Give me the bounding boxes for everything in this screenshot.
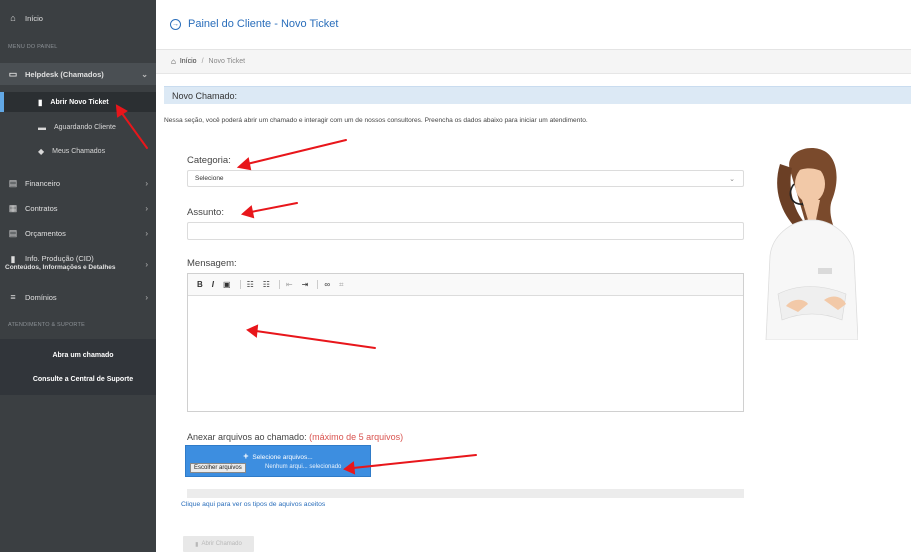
- sidebar-item-label: Domínios: [25, 292, 57, 302]
- chevron-right-icon: ›: [145, 260, 148, 269]
- breadcrumb-separator: /: [201, 58, 204, 65]
- sidebar-item-label: Meus Chamados: [52, 147, 106, 155]
- sidebar-item-label: Contratos: [25, 203, 58, 213]
- plus-icon: +: [243, 451, 249, 461]
- home-icon: ⌂: [171, 57, 176, 66]
- money-icon: ▤: [8, 177, 18, 188]
- home-icon: ⌂: [10, 13, 16, 23]
- unordered-list-icon[interactable]: ☷: [263, 280, 270, 289]
- sidebar-item-financeiro[interactable]: ▤ Financeiro ›: [0, 176, 156, 190]
- annotation-arrow: [352, 454, 477, 469]
- annotation-arrow: [250, 202, 298, 213]
- document-icon: ▦: [8, 202, 18, 213]
- sidebar-item-home[interactable]: ⌂ Início: [0, 10, 156, 26]
- toolbar-divider: [239, 280, 241, 289]
- file-icon: ▮: [38, 97, 43, 107]
- breadcrumb-home[interactable]: Início: [180, 58, 197, 65]
- toolbar-divider: [278, 280, 280, 289]
- sidebar-item-label: Helpdesk (Chamados): [25, 69, 104, 79]
- file-upload-area[interactable]: + Selecione arquivos... Escolher arquivo…: [185, 445, 371, 477]
- image-icon[interactable]: ▣: [223, 280, 231, 289]
- sidebar-item-label: Info. Produção (CID): [25, 254, 94, 263]
- chevron-right-icon: ›: [145, 228, 148, 238]
- chevron-down-icon: ⌄: [729, 175, 735, 183]
- page-header: → Painel do Cliente - Novo Ticket: [156, 0, 911, 50]
- open-ticket-label: Abrir Chamado: [201, 541, 242, 547]
- file-icon: ▮: [195, 541, 199, 548]
- category-select[interactable]: Selecione ⌄: [187, 170, 744, 187]
- upload-title: Selecione arquivos...: [252, 454, 313, 461]
- sidebar-item-label: Financeiro: [25, 178, 61, 188]
- money-icon: ▤: [8, 227, 18, 238]
- section-title: Novo Chamado:: [164, 86, 911, 104]
- message-label: Mensagem:: [187, 258, 237, 269]
- support-header: ATENDIMENTO & SUPORTE: [8, 322, 85, 328]
- outdent-icon[interactable]: ⇤: [286, 280, 293, 289]
- chevron-right-icon: ›: [145, 178, 148, 188]
- support-links-panel: [0, 339, 156, 395]
- sidebar-item-label: Abrir Novo Ticket: [50, 98, 109, 106]
- link-icon[interactable]: ∞: [324, 280, 330, 289]
- sidebar-item-sublabel: Conteúdos, Informações e Detalhes: [5, 263, 116, 271]
- message-textarea[interactable]: [188, 296, 743, 412]
- subject-label: Assunto:: [187, 207, 224, 218]
- category-label: Categoria:: [187, 155, 231, 166]
- upload-title-row: + Selecione arquivos...: [186, 451, 370, 461]
- no-file-selected-text: Nenhum arqui... selecionado: [265, 464, 342, 470]
- attach-label: Anexar arquivos ao chamado: (máximo de 5…: [187, 432, 403, 442]
- central-de-suporte-link[interactable]: Consulte a Central de Suporte: [0, 376, 156, 383]
- sidebar-item-helpdesk[interactable]: ▭ Helpdesk (Chamados) ⌄: [0, 63, 156, 85]
- sidebar-item-contratos[interactable]: ▦ Contratos ›: [0, 201, 156, 215]
- breadcrumb: ⌂ Início / Novo Ticket: [156, 50, 911, 74]
- italic-icon[interactable]: I: [212, 280, 214, 289]
- sidebar-item-abrir-novo-ticket[interactable]: ▮ Abrir Novo Ticket: [0, 92, 156, 112]
- sidebar-item-aguardando-cliente[interactable]: ▬ Aguardando Cliente: [0, 117, 156, 137]
- choose-files-button[interactable]: Escolher arquivos: [190, 463, 246, 473]
- chevron-down-icon: ⌄: [141, 69, 148, 79]
- editor-toolbar: B I ▣ ☷ ☷ ⇤ ⇥ ∞ ⌗: [188, 274, 743, 296]
- sidebar-item-dominios[interactable]: ≡ Domínios ›: [0, 290, 156, 304]
- accepted-file-types-link[interactable]: Clique aqui para ver os tipos de aquivos…: [181, 501, 325, 508]
- sidebar: ⌂ Início MENU DO PAINEL ▭ Helpdesk (Cham…: [0, 0, 156, 552]
- chevron-right-icon: ›: [145, 203, 148, 213]
- attach-label-text: Anexar arquivos ao chamado:: [187, 432, 307, 442]
- annotation-arrow: [246, 139, 347, 165]
- upload-progress-bar: [187, 489, 744, 498]
- menu-icon: ≡: [10, 292, 16, 302]
- sidebar-item-orcamentos[interactable]: ▤ Orçamentos ›: [0, 226, 156, 240]
- annotation-arrow-head: [236, 157, 252, 171]
- indent-icon[interactable]: ⇥: [302, 280, 309, 289]
- toolbar-divider: [317, 280, 319, 289]
- sidebar-item-label: Orçamentos: [25, 228, 66, 238]
- sidebar-item-label: Aguardando Cliente: [54, 123, 116, 131]
- unlink-icon[interactable]: ⌗: [339, 280, 344, 290]
- monitor-icon: ▭: [8, 68, 18, 79]
- tag-icon: ◆: [38, 146, 45, 156]
- arrow-circle-right-icon: →: [170, 18, 181, 30]
- support-agent-illustration: [765, 148, 858, 340]
- attach-limit: (máximo de 5 arquivos): [309, 432, 404, 442]
- section-intro: Nessa seção, você poderá abrir um chamad…: [164, 117, 588, 124]
- page-title-row: → Painel do Cliente - Novo Ticket: [170, 18, 338, 30]
- sidebar-item-info-producao[interactable]: ▮ Info. Produção (CID) Conteúdos, Inform…: [0, 254, 156, 276]
- page-title: Painel do Cliente - Novo Ticket: [188, 18, 339, 30]
- menu-header: MENU DO PAINEL: [8, 44, 58, 50]
- bold-icon[interactable]: B: [197, 280, 203, 289]
- breadcrumb-current: Novo Ticket: [208, 58, 246, 65]
- ordered-list-icon[interactable]: ☷: [247, 280, 254, 289]
- sidebar-item-meus-chamados[interactable]: ◆ Meus Chamados: [0, 141, 156, 161]
- open-ticket-button[interactable]: ▮ Abrir Chamado: [183, 536, 254, 552]
- chevron-right-icon: ›: [145, 292, 148, 302]
- abra-um-chamado-link[interactable]: Abra um chamado: [0, 352, 156, 359]
- annotation-arrow-head: [240, 205, 255, 219]
- message-editor: B I ▣ ☷ ☷ ⇤ ⇥ ∞ ⌗: [187, 273, 744, 412]
- keyboard-icon: ▬: [38, 122, 46, 132]
- subject-input[interactable]: [187, 222, 744, 240]
- sidebar-item-label: Início: [25, 13, 43, 23]
- category-selected-value: Selecione: [195, 175, 224, 182]
